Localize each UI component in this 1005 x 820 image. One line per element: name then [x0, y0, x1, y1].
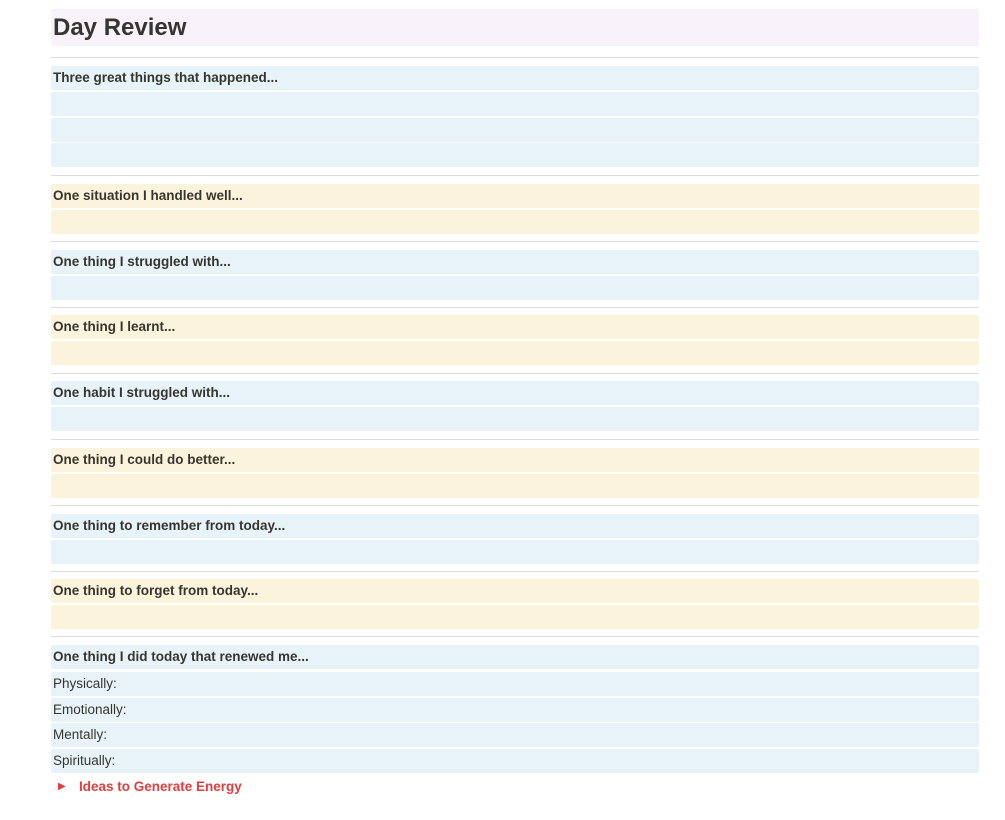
great-things-entry-2[interactable]: [51, 118, 979, 142]
forget-entry[interactable]: [51, 605, 979, 629]
divider: [51, 373, 979, 374]
great-things-entry-1[interactable]: [51, 92, 979, 116]
divider: [51, 439, 979, 440]
renewed-item-spiritually[interactable]: Spiritually:: [51, 749, 979, 773]
remember-entry[interactable]: [51, 540, 979, 564]
day-review-page: Day Review Three great things that happe…: [0, 0, 1005, 820]
learnt-heading[interactable]: One thing I learnt...: [51, 315, 979, 339]
forget-heading[interactable]: One thing to forget from today...: [51, 579, 979, 603]
great-things-heading[interactable]: Three great things that happened...: [51, 66, 979, 90]
do-better-entry[interactable]: [51, 474, 979, 498]
divider: [51, 505, 979, 506]
divider: [51, 571, 979, 572]
renewed-item-physically[interactable]: Physically:: [51, 672, 979, 696]
divider: [51, 175, 979, 176]
divider: [51, 307, 979, 308]
page-title-block[interactable]: Day Review: [51, 9, 979, 46]
renewed-item-mentally[interactable]: Mentally:: [51, 723, 979, 747]
handled-well-heading[interactable]: One situation I handled well...: [51, 184, 979, 208]
struggled-entry[interactable]: [51, 276, 979, 300]
divider: [51, 57, 979, 58]
learnt-entry[interactable]: [51, 341, 979, 365]
ideas-energy-toggle[interactable]: ▶ Ideas to Generate Energy: [58, 776, 242, 798]
divider: [51, 636, 979, 637]
triangle-right-icon[interactable]: ▶: [58, 776, 79, 798]
divider: [51, 241, 979, 242]
habit-entry[interactable]: [51, 407, 979, 431]
page-title: Day Review: [53, 14, 187, 41]
remember-heading[interactable]: One thing to remember from today...: [51, 514, 979, 538]
ideas-energy-toggle-label: Ideas to Generate Energy: [79, 779, 242, 794]
habit-heading[interactable]: One habit I struggled with...: [51, 381, 979, 405]
struggled-heading[interactable]: One thing I struggled with...: [51, 250, 979, 274]
renewed-heading[interactable]: One thing I did today that renewed me...: [51, 645, 979, 669]
do-better-heading[interactable]: One thing I could do better...: [51, 448, 979, 472]
great-things-entry-3[interactable]: [51, 143, 979, 167]
handled-well-entry[interactable]: [51, 210, 979, 234]
renewed-item-emotionally[interactable]: Emotionally:: [51, 698, 979, 722]
